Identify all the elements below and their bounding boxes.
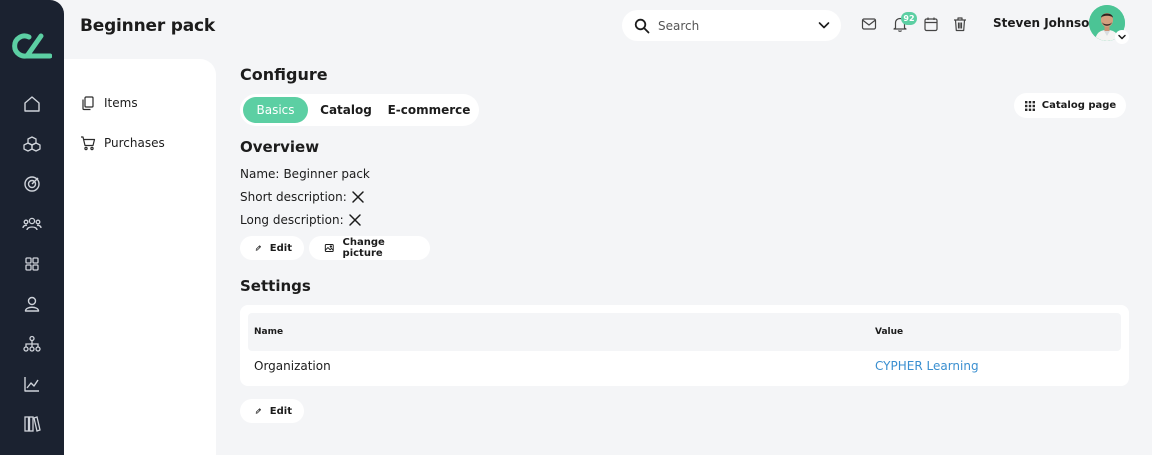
short-description-field: Short description: bbox=[240, 190, 365, 204]
pencil-icon bbox=[255, 408, 262, 414]
table-header: Name Value bbox=[248, 313, 1121, 351]
chevron-down-icon bbox=[1118, 34, 1126, 40]
sidebar-item-label: Purchases bbox=[104, 136, 165, 150]
edit-overview-button[interactable]: Edit bbox=[240, 236, 304, 260]
settings-heading: Settings bbox=[240, 277, 311, 295]
secondary-sidebar: Items Purchases bbox=[64, 59, 216, 455]
pages-icon bbox=[82, 96, 94, 111]
long-description-field: Long description: bbox=[240, 213, 362, 227]
image-icon bbox=[324, 244, 334, 252]
overview-heading: Overview bbox=[240, 138, 320, 156]
notification-count-badge: 92 bbox=[901, 12, 917, 25]
tab-basics[interactable]: Basics bbox=[243, 97, 308, 123]
user-menu-chevron[interactable] bbox=[1115, 30, 1129, 44]
page-title: Beginner pack bbox=[80, 16, 215, 36]
short-description-label: Short description: bbox=[240, 190, 347, 204]
change-picture-label: Change picture bbox=[342, 237, 385, 259]
long-description-label: Long description: bbox=[240, 213, 344, 227]
grid-icon[interactable] bbox=[22, 254, 42, 274]
configure-heading: Configure bbox=[240, 65, 328, 84]
cart-icon bbox=[81, 136, 96, 151]
catalog-page-label: Catalog page bbox=[1041, 100, 1117, 111]
name-value: Beginner pack bbox=[283, 167, 370, 181]
column-header-name: Name bbox=[254, 327, 284, 337]
library-icon[interactable] bbox=[22, 414, 42, 434]
tab-catalog[interactable]: Catalog bbox=[314, 97, 378, 123]
search-icon bbox=[634, 18, 650, 33]
sidebar-item-items[interactable]: Items bbox=[80, 95, 138, 111]
edit-label: Edit bbox=[269, 242, 292, 254]
hierarchy-icon[interactable] bbox=[22, 334, 42, 354]
search-input[interactable] bbox=[658, 18, 808, 33]
mail-icon[interactable] bbox=[860, 15, 878, 33]
name-field: Name: Beginner pack bbox=[240, 167, 370, 181]
change-picture-button[interactable]: Change picture bbox=[309, 236, 430, 260]
table-cell-name: Organization bbox=[254, 359, 331, 373]
home-icon[interactable] bbox=[22, 94, 42, 114]
chart-icon[interactable] bbox=[22, 374, 42, 394]
column-header-value: Value bbox=[875, 327, 904, 337]
brand-logo[interactable] bbox=[12, 32, 52, 60]
sidebar-item-purchases[interactable]: Purchases bbox=[80, 135, 165, 151]
name-label: Name: bbox=[240, 167, 280, 181]
edit-label: Edit bbox=[269, 405, 292, 417]
user-icon[interactable] bbox=[22, 294, 42, 314]
pencil-icon bbox=[255, 245, 262, 251]
edit-settings-button[interactable]: Edit bbox=[240, 399, 304, 423]
search-bar bbox=[622, 10, 841, 41]
calendar-icon[interactable] bbox=[922, 15, 940, 33]
catalog-page-button[interactable]: Catalog page bbox=[1014, 93, 1126, 118]
table-cell-value-link[interactable]: CYPHER Learning bbox=[875, 359, 979, 373]
grid-dots-icon bbox=[1024, 100, 1035, 111]
settings-table: Name Value Organization CYPHER Learning bbox=[240, 305, 1129, 386]
trash-icon[interactable] bbox=[951, 15, 969, 33]
chevron-down-icon[interactable] bbox=[816, 17, 832, 33]
close-icon bbox=[352, 191, 364, 203]
sidebar-item-label: Items bbox=[104, 96, 138, 110]
configure-tabs: Basics Catalog E-commerce bbox=[240, 94, 479, 126]
tab-e-commerce[interactable]: E-commerce bbox=[384, 97, 474, 123]
close-icon bbox=[348, 214, 361, 226]
main-navigation-rail bbox=[0, 0, 64, 455]
users-icon[interactable] bbox=[22, 214, 42, 234]
user-name[interactable]: Steven Johnson bbox=[993, 16, 1098, 30]
cubes-icon[interactable] bbox=[22, 134, 42, 154]
target-icon[interactable] bbox=[22, 174, 42, 194]
